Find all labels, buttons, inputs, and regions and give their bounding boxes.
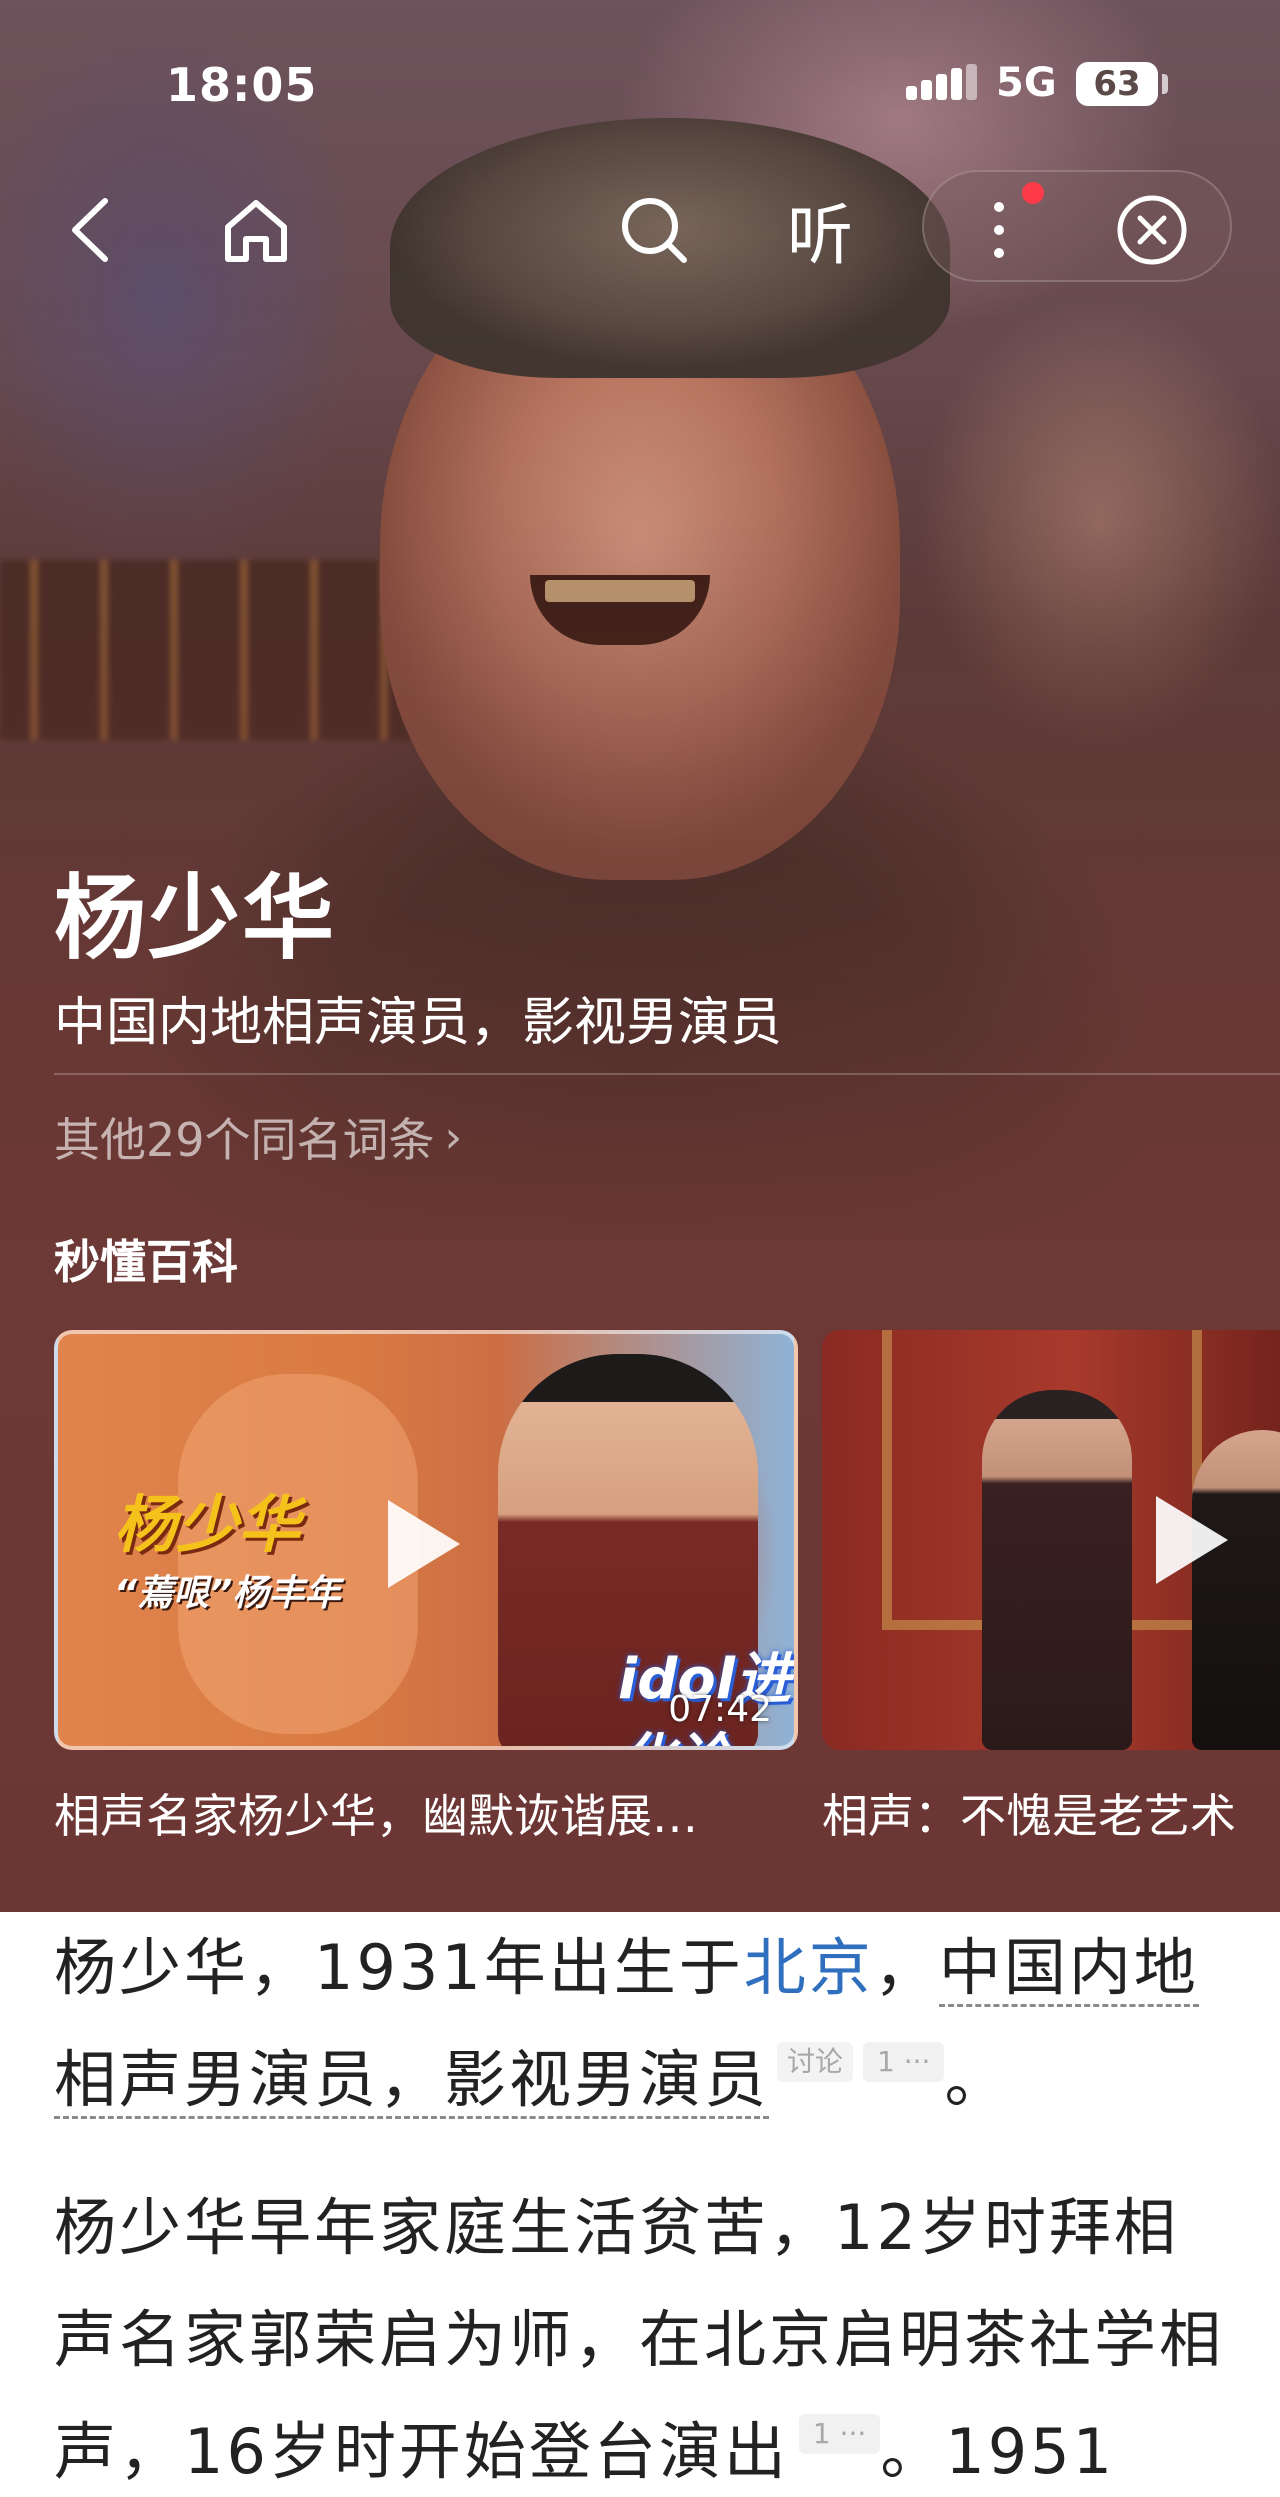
notification-dot (1022, 182, 1044, 204)
close-button[interactable] (1112, 170, 1192, 290)
discussion-tag[interactable]: 讨论 (777, 2042, 854, 2082)
article-body: 杨少华，1931年出生于北京，中国内地相声男演员，影视男演员 讨论 1 ···。 杨… (0, 1912, 1280, 2497)
beijing-link[interactable]: 北京 (744, 1931, 874, 2004)
top-navigation: 听 (0, 170, 1280, 290)
page-title: 杨少华 (54, 865, 337, 972)
listen-button[interactable]: 听 (770, 170, 870, 290)
search-button[interactable] (614, 170, 694, 290)
video-thumbnail-person (1192, 1430, 1280, 1750)
signal-icon (906, 64, 977, 100)
video-title[interactable]: 相声名家杨少华，幽默诙谐展… (54, 1780, 802, 1846)
citation-badge[interactable]: 1 ··· (798, 2414, 881, 2454)
article-paragraph: 杨少华，1931年出生于北京，中国内地相声男演员，影视男演员 讨论 1 ···。 (54, 1912, 1234, 2136)
video-card[interactable] (822, 1330, 1280, 1750)
battery-tip (1162, 74, 1168, 94)
status-bar: 18:05 5G 63 (0, 0, 1280, 170)
play-icon (1156, 1496, 1228, 1584)
more-vertical-icon (989, 195, 1009, 265)
back-button[interactable] (50, 170, 130, 290)
home-button[interactable] (216, 170, 296, 290)
section-title: 秒懂百科 (54, 1235, 238, 1289)
citation-badge[interactable]: 1 ··· (863, 2042, 945, 2082)
network-label: 5G (996, 60, 1057, 106)
text-run: 杨少华，1931年出生于 (54, 1931, 744, 2004)
close-circle-icon (1115, 193, 1189, 267)
thumbnail-caption: 杨少华 (114, 1488, 301, 1561)
other-entries-link[interactable]: 其他29个同名词条 › (54, 1104, 462, 1170)
other-entries-label: 其他29个同名词条 (54, 1113, 435, 1167)
text-run: 。 (944, 2043, 1010, 2116)
text-run: ， (873, 1931, 939, 2004)
page-subtitle: 中国内地相声演员，影视男演员 (54, 993, 783, 1053)
video-card[interactable]: 杨少华 “蔫哏”杨丰年 idol进化论 07:42 (54, 1330, 798, 1750)
home-icon (222, 197, 290, 263)
battery-icon: 63 (1076, 62, 1158, 106)
play-icon (388, 1500, 460, 1588)
chevron-right-icon: › (444, 1111, 463, 1163)
divider (54, 1073, 1280, 1075)
video-thumbnail-person (982, 1390, 1132, 1750)
article-paragraph: 杨少华早年家庭生活贫苦，12岁时拜相声名家郭荣启为师，在北京启明茶社学相声，16… (54, 2172, 1234, 2497)
status-time: 18:05 (166, 58, 318, 112)
thumbnail-subcaption: “蔫哏”杨丰年 (114, 1573, 341, 1614)
video-title[interactable]: 相声：不愧是老艺术 (822, 1780, 1280, 1846)
chevron-left-icon (67, 195, 113, 265)
video-duration: 07:42 (668, 1689, 772, 1730)
hero-header: 18:05 5G 63 听 杨少华 中国内地相声演员，影视男演员 其他29个同名… (0, 0, 1280, 1912)
search-icon (618, 194, 690, 266)
text-run: 。1951 (880, 2415, 1116, 2488)
